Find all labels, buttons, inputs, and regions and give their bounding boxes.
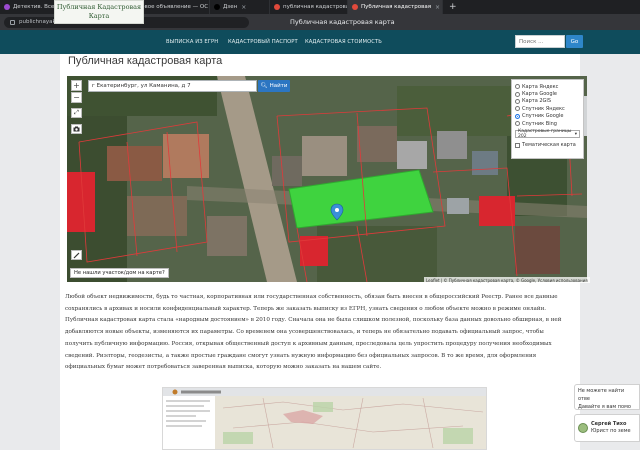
- layer-option[interactable]: Спутник Bing: [515, 120, 580, 127]
- article-text: Любой объект недвижимости, будь то частн…: [65, 294, 562, 371]
- site-search-input[interactable]: [515, 35, 565, 48]
- tab-favicon-icon: [214, 4, 220, 10]
- layer-label: Спутник Bing: [522, 120, 557, 127]
- article-screenshot-image: [162, 387, 487, 450]
- logo-line-1: Публичная Кадастровая: [56, 3, 142, 11]
- site-info-icon[interactable]: [10, 19, 15, 25]
- close-tab-icon[interactable]: ×: [241, 4, 246, 11]
- radio-button[interactable]: [515, 121, 520, 127]
- radio-button[interactable]: [515, 98, 520, 104]
- layer-option[interactable]: Карта 2GIS: [515, 98, 580, 105]
- radio-button[interactable]: [515, 106, 520, 112]
- agent-name: Сергей Тихо: [591, 421, 627, 427]
- close-tab-icon[interactable]: ×: [435, 4, 440, 11]
- tab-label: публичная кадастровая к: [283, 4, 347, 10]
- thematic-checkbox[interactable]: [515, 142, 520, 148]
- nav-cadastral-value[interactable]: КАДАСТРОВАЯ СТОИМОСТЬ: [305, 30, 382, 54]
- layer-switcher: Карта Яндекс Карта Google Карта 2GIS Спутни…: [511, 79, 584, 159]
- thematic-label: Тематическая карта: [522, 142, 576, 149]
- cadastral-select[interactable]: Кадастровые границы 202 ▾: [515, 129, 580, 140]
- browser-tab[interactable]: публичная кадастровая к×: [270, 0, 348, 14]
- nav-egrn[interactable]: ВЫПИСКА ИЗ ЕГРН: [166, 30, 218, 54]
- layer-label: Спутник Яндекс: [522, 105, 565, 112]
- ruler-icon[interactable]: [71, 250, 82, 260]
- nav-cadastral-passport[interactable]: КАДАСТРОВЫЙ ПАСПОРТ: [228, 30, 298, 54]
- layer-label: Карта Google: [522, 91, 557, 98]
- not-found-button[interactable]: Не нашли участок/дом на карте?: [70, 268, 169, 278]
- layer-label: Карта Яндекс: [522, 83, 559, 90]
- tab-favicon-icon: [4, 4, 10, 10]
- chat-line-1: Не можете найти отве: [578, 388, 625, 402]
- window-title: Публичная кадастровая карта: [290, 18, 395, 26]
- cadastral-map[interactable]: [67, 76, 587, 282]
- agent-role: Юрист по земе: [591, 428, 631, 434]
- cadastral-select-value: Кадастровые границы 202: [518, 129, 572, 140]
- chat-line-2: Давайте я вам помо: [578, 404, 631, 410]
- layer-label: Спутник Google: [522, 113, 564, 120]
- tab-label: Новое объявление — ОС: [137, 4, 209, 10]
- thematic-toggle[interactable]: Тематическая карта: [515, 141, 580, 148]
- logo-line-2: Карта: [88, 12, 110, 20]
- radio-button[interactable]: [515, 113, 520, 119]
- zoom-in-button[interactable]: +: [71, 80, 82, 91]
- radio-button[interactable]: [515, 84, 520, 90]
- tab-favicon-icon: [274, 4, 280, 10]
- new-tab-button[interactable]: +: [443, 2, 463, 12]
- find-button-label: Найти: [269, 83, 288, 89]
- tab-label: Публичная кадастровая: [361, 4, 432, 10]
- tab-label: Дзен: [223, 4, 238, 10]
- zoom-out-button[interactable]: −: [71, 92, 82, 103]
- layer-option[interactable]: Спутник Google: [515, 113, 580, 120]
- radio-button[interactable]: [515, 91, 520, 97]
- chat-agent-card[interactable]: Сергей Тихо Юрист по земе: [574, 414, 640, 442]
- chevron-down-icon: ▾: [574, 131, 577, 137]
- fullscreen-icon[interactable]: ⤢: [71, 108, 82, 118]
- avatar: [578, 423, 588, 433]
- site-logo[interactable]: Публичная Кадастровая Карта: [54, 0, 144, 24]
- map-attribution: Leaflet | © Публичная кадастровая карта,…: [424, 277, 590, 283]
- camera-icon[interactable]: [71, 124, 82, 134]
- find-button[interactable]: 🔍︎ Найти: [258, 80, 290, 92]
- layer-option[interactable]: Карта Яндекс: [515, 83, 580, 90]
- layer-option[interactable]: Карта Google: [515, 90, 580, 97]
- layer-list: Карта Яндекс Карта Google Карта 2GIS Спутни…: [515, 83, 580, 127]
- satellite-imagery: [67, 76, 587, 282]
- layer-label: Карта 2GIS: [522, 98, 552, 105]
- site-search-button[interactable]: Go: [566, 35, 583, 48]
- page-title: Публичная кадастровая карта: [68, 55, 223, 67]
- layer-option[interactable]: Спутник Яндекс: [515, 105, 580, 112]
- browser-tab[interactable]: Дзен×: [210, 0, 270, 14]
- search-icon: 🔍︎: [260, 83, 268, 89]
- chat-prompt[interactable]: Не можете найти отве Давайте я вам помо: [574, 384, 640, 410]
- browser-tab[interactable]: Публичная кадастровая ×: [348, 0, 443, 14]
- tab-favicon-icon: [352, 4, 358, 10]
- address-search-input[interactable]: [88, 80, 257, 92]
